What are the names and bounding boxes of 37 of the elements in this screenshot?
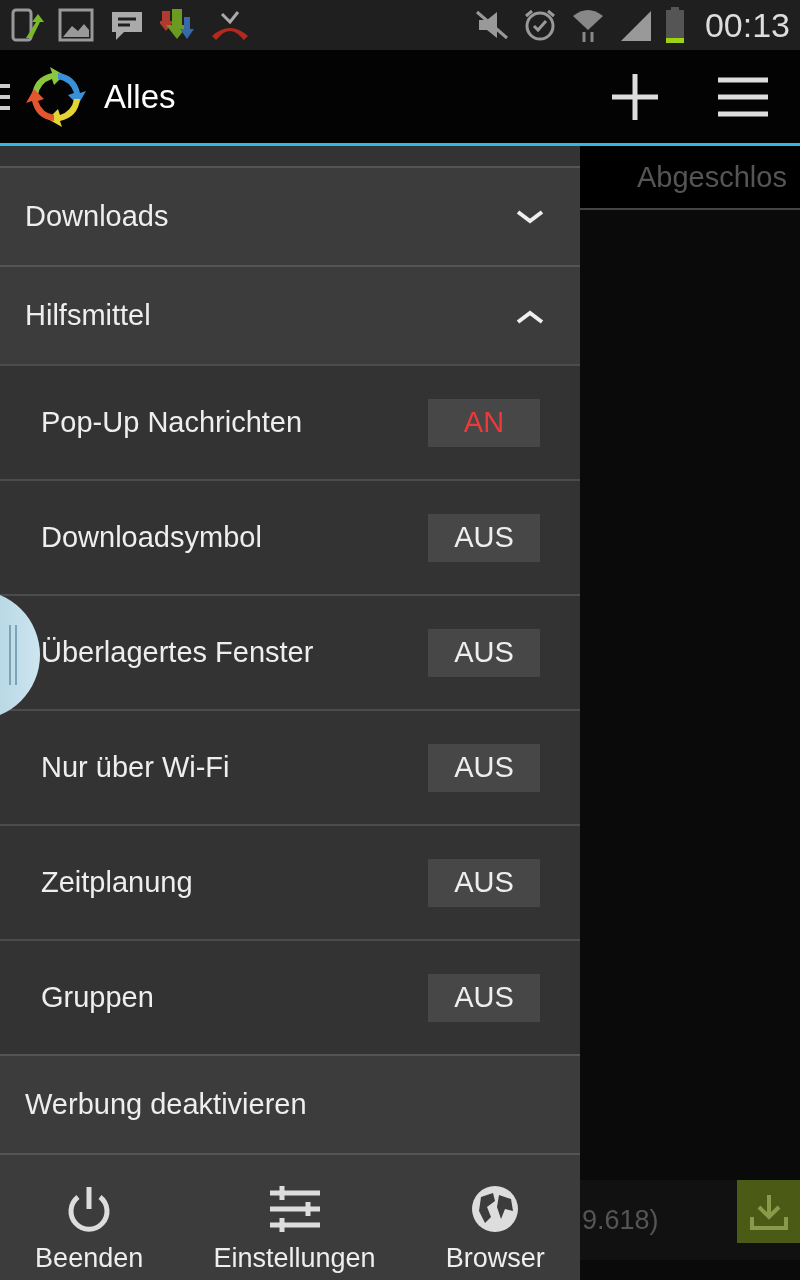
alarm-icon	[522, 8, 557, 42]
mute-icon	[474, 10, 509, 40]
add-icon[interactable]	[610, 71, 660, 122]
drawer-indicator-icon	[0, 81, 10, 112]
toggle-switch[interactable]: AUS	[428, 743, 540, 792]
grip-icon	[8, 625, 18, 685]
setting-label: Gruppen	[41, 981, 154, 1014]
drawer-section[interactable]: Downloads	[0, 166, 580, 265]
toggle-switch[interactable]: AUS	[428, 628, 540, 677]
toggle-switch[interactable]: AUS	[428, 973, 540, 1022]
bottom-action-button[interactable]: Einstellungen	[213, 1185, 376, 1274]
app-title: Alles	[104, 77, 176, 116]
section-label: Hilfsmittel	[25, 299, 151, 332]
menu-icon[interactable]	[718, 76, 768, 117]
setting-label: Zeitplanung	[41, 866, 193, 899]
setting-label: Pop-Up Nachrichten	[41, 406, 303, 439]
drawer-section[interactable]: Werbung deaktivieren	[0, 1054, 580, 1153]
sliders-icon	[269, 1185, 320, 1233]
section-label: Werbung deaktivieren	[25, 1088, 307, 1121]
drawer-section[interactable]: Hilfsmittel	[0, 265, 580, 364]
setting-label: Überlagertes Fenster	[41, 636, 314, 669]
setting-label: Downloadsymbol	[41, 521, 262, 554]
section-label: Downloads	[25, 200, 169, 233]
upload-icon	[10, 8, 44, 42]
bottom-action-button[interactable]: Beenden	[35, 1185, 144, 1274]
app-logo-icon[interactable]	[24, 64, 88, 129]
toggle-switch[interactable]: AUS	[428, 858, 540, 907]
missed-call-icon	[210, 8, 250, 42]
battery-icon	[664, 7, 685, 43]
item-text: 9.618)	[582, 1204, 659, 1236]
toggle-switch[interactable]: AUS	[428, 513, 540, 562]
bottom-action-button[interactable]: Browser	[445, 1185, 545, 1274]
download-icon	[748, 1192, 789, 1231]
image-icon	[58, 8, 94, 42]
setting-label: Nur über Wi-Fi	[41, 751, 230, 784]
clock-time: 00:13	[704, 5, 790, 45]
download-button[interactable]	[737, 1180, 800, 1243]
